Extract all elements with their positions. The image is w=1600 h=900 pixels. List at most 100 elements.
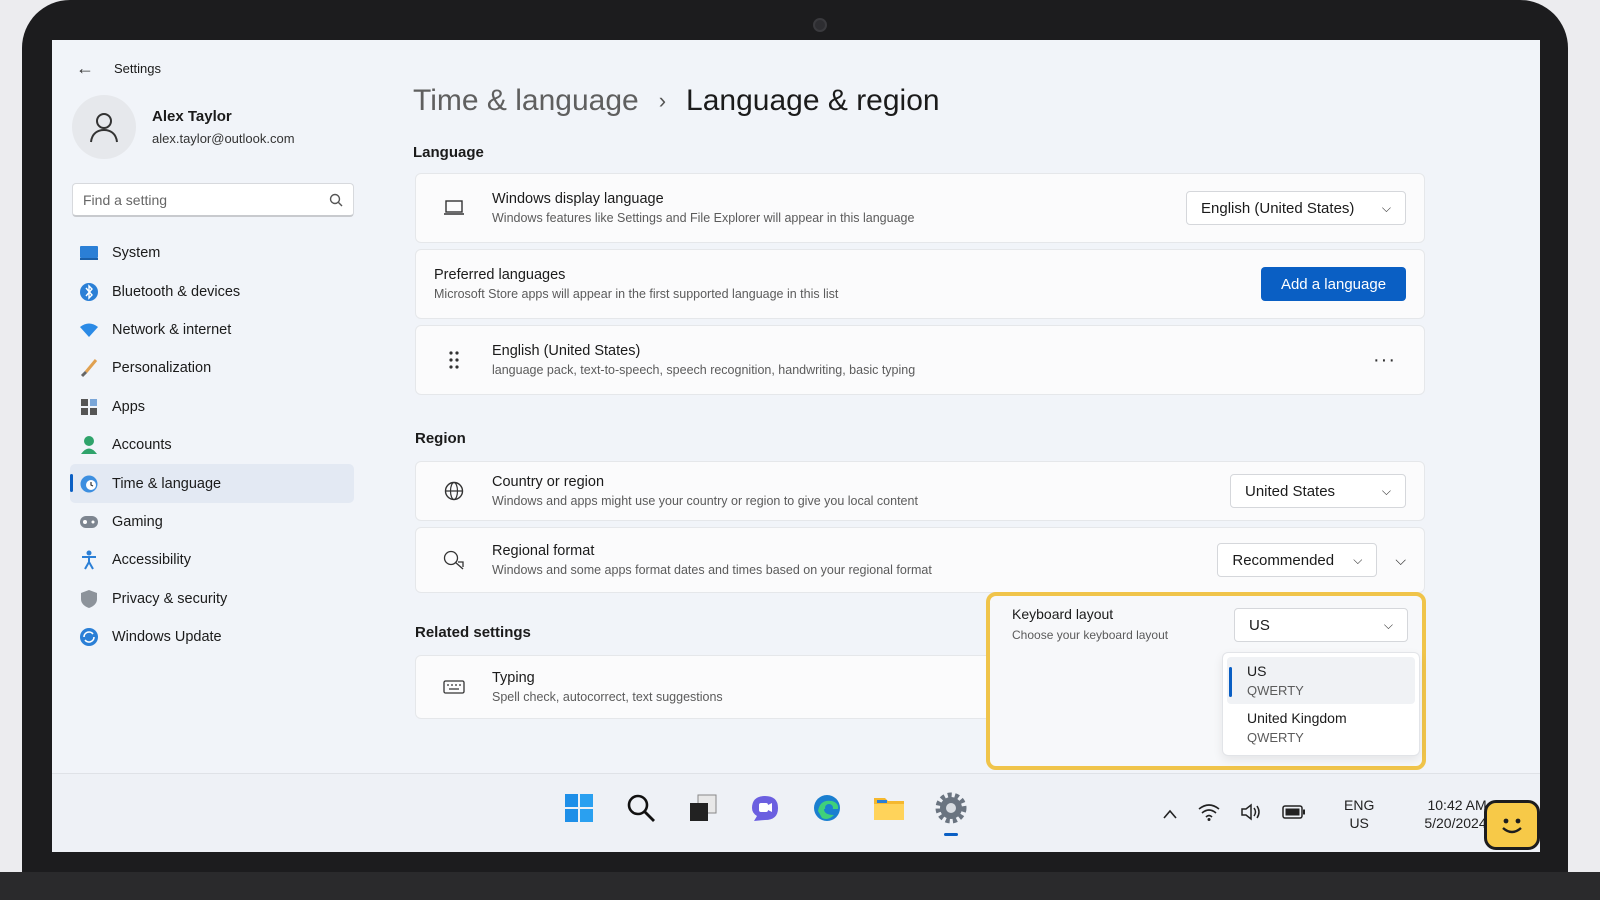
- keyboard-layout-header: Keyboard layout Choose your keyboard lay…: [1012, 606, 1168, 642]
- chevron-down-icon: ⌵: [1381, 483, 1391, 498]
- clock[interactable]: 10:42 AM 5/20/2024: [1424, 796, 1486, 832]
- gamepad-icon: [78, 511, 100, 533]
- regional-format-desc: Windows and some apps format dates and t…: [492, 563, 932, 577]
- regional-format-card: Regional format Windows and some apps fo…: [415, 527, 1425, 593]
- sidebar-item-label: Network & internet: [112, 321, 232, 338]
- page-title: Language & region: [686, 84, 940, 117]
- option-name: US: [1247, 663, 1267, 679]
- edge-browser-icon[interactable]: [808, 788, 846, 828]
- more-options-icon[interactable]: ···: [1373, 349, 1406, 372]
- sidebar-item-network[interactable]: Network & internet: [70, 311, 354, 349]
- option-name: United Kingdom: [1247, 710, 1347, 726]
- keyboard-layout-dropdown[interactable]: US ⌵: [1234, 608, 1408, 642]
- input-language-indicator[interactable]: ENG US: [1344, 796, 1374, 832]
- accessibility-icon: [78, 549, 100, 571]
- search-placeholder: Find a setting: [83, 191, 168, 208]
- keyboard-option-us[interactable]: US QWERTY: [1227, 657, 1415, 704]
- taskbar: ENG US 10:42 AM 5/20/2024: [52, 773, 1540, 852]
- keyboard-option-uk[interactable]: United Kingdom QWERTY: [1227, 704, 1415, 751]
- add-language-button[interactable]: Add a language: [1261, 267, 1406, 301]
- sidebar-item-time-language[interactable]: Time & language: [70, 464, 354, 503]
- region-section-title: Region: [415, 430, 466, 447]
- chevron-down-icon: ⌵: [1353, 552, 1363, 567]
- brush-icon: [78, 357, 100, 379]
- sidebar-item-label: System: [112, 245, 161, 262]
- display-language-title: Windows display language: [492, 191, 664, 207]
- sidebar-item-label: Accessibility: [112, 552, 191, 569]
- typing-card[interactable]: Typing Spell check, autocorrect, text su…: [415, 655, 1005, 719]
- sidebar-item-privacy[interactable]: Privacy & security: [70, 580, 354, 618]
- related-settings-title: Related settings: [415, 624, 531, 641]
- clock-globe-icon: [78, 473, 100, 495]
- apps-icon: [78, 396, 100, 418]
- chevron-down-icon: ⌵: [1381, 200, 1391, 215]
- chat-icon[interactable]: [746, 788, 784, 828]
- file-explorer-icon[interactable]: [870, 788, 908, 828]
- globe-icon: [434, 481, 474, 501]
- sidebar-nav: System Bluetooth & devices Network & int…: [70, 234, 354, 656]
- wifi-icon: [78, 319, 100, 341]
- drag-handle-icon[interactable]: [434, 351, 474, 369]
- option-subtitle: QWERTY: [1247, 683, 1304, 698]
- regional-format-icon: [434, 550, 474, 570]
- sidebar-item-label: Windows Update: [112, 629, 222, 646]
- dropdown-value: United States: [1245, 482, 1336, 500]
- battery-icon[interactable]: [1282, 805, 1306, 823]
- sidebar-item-gaming[interactable]: Gaming: [70, 503, 354, 541]
- regional-format-dropdown[interactable]: Recommended ⌵: [1217, 543, 1378, 577]
- sidebar-item-bluetooth[interactable]: Bluetooth & devices: [70, 272, 354, 310]
- webcam: [813, 18, 827, 32]
- settings-window: ← Settings Alex Taylor alex.taylor@outlo…: [52, 40, 1540, 852]
- language-code: ENG: [1344, 797, 1375, 813]
- typing-desc: Spell check, autocorrect, text suggestio…: [492, 690, 723, 704]
- language-section-title: Language: [413, 144, 484, 161]
- breadcrumb: Time & language › Language & region: [413, 84, 940, 118]
- windows-start-icon[interactable]: [560, 788, 598, 828]
- sidebar-item-label: Personalization: [112, 360, 212, 377]
- title-bar: ← Settings: [76, 58, 161, 79]
- sidebar-item-label: Gaming: [112, 513, 163, 530]
- display-language-dropdown[interactable]: English (United States) ⌵: [1186, 191, 1406, 225]
- breadcrumb-parent[interactable]: Time & language: [413, 84, 639, 118]
- user-email: alex.taylor@outlook.com: [152, 131, 295, 146]
- keyboard-code: US: [1349, 815, 1369, 831]
- sidebar-item-label: Time & language: [112, 475, 222, 492]
- option-subtitle: QWERTY: [1247, 730, 1304, 745]
- keyboard-layout-title: Keyboard layout: [1012, 606, 1114, 622]
- preferred-languages-title: Preferred languages: [434, 267, 566, 283]
- country-region-desc: Windows and apps might use your country …: [492, 494, 918, 508]
- back-arrow-icon[interactable]: ←: [76, 58, 96, 79]
- sidebar-item-apps[interactable]: Apps: [70, 388, 354, 426]
- assistant-bubble-icon[interactable]: [1484, 800, 1540, 850]
- settings-gear-icon[interactable]: [932, 788, 970, 836]
- wifi-icon[interactable]: [1198, 803, 1220, 825]
- laptop-icon: [434, 200, 474, 216]
- language-entry-card[interactable]: English (United States) language pack, t…: [415, 325, 1425, 395]
- sidebar-item-label: Bluetooth & devices: [112, 283, 241, 300]
- window-title: Settings: [114, 61, 161, 76]
- dropdown-value: English (United States): [1201, 199, 1355, 217]
- sidebar-item-personalization[interactable]: Personalization: [70, 349, 354, 387]
- avatar: [72, 95, 136, 159]
- search-icon[interactable]: [622, 788, 660, 828]
- volume-icon[interactable]: [1240, 803, 1262, 825]
- clock-time: 10:42 AM: [1427, 797, 1487, 813]
- sidebar-item-label: Accounts: [112, 437, 172, 454]
- chevron-down-icon: ⌵: [1383, 617, 1393, 632]
- clock-date: 5/20/2024: [1424, 815, 1487, 831]
- keyboard-layout-highlight: Keyboard layout Choose your keyboard lay…: [986, 592, 1426, 770]
- preferred-languages-desc: Microsoft Store apps will appear in the …: [434, 287, 839, 301]
- sidebar-item-label: Apps: [112, 398, 146, 415]
- task-view-icon[interactable]: [684, 788, 722, 828]
- user-name: Alex Taylor: [152, 108, 232, 125]
- search-input[interactable]: Find a setting: [72, 183, 354, 217]
- chevron-up-icon[interactable]: [1162, 806, 1178, 823]
- sidebar-item-windows-update[interactable]: Windows Update: [70, 618, 354, 656]
- user-profile[interactable]: Alex Taylor alex.taylor@outlook.com: [72, 95, 295, 159]
- sidebar-item-system[interactable]: System: [70, 234, 354, 272]
- expand-chevron-icon[interactable]: ⌵: [1395, 552, 1406, 569]
- system-tray: ENG US 10:42 AM 5/20/2024: [1162, 796, 1487, 832]
- sidebar-item-accessibility[interactable]: Accessibility: [70, 541, 354, 579]
- sidebar-item-accounts[interactable]: Accounts: [70, 426, 354, 464]
- country-region-dropdown[interactable]: United States ⌵: [1230, 474, 1406, 508]
